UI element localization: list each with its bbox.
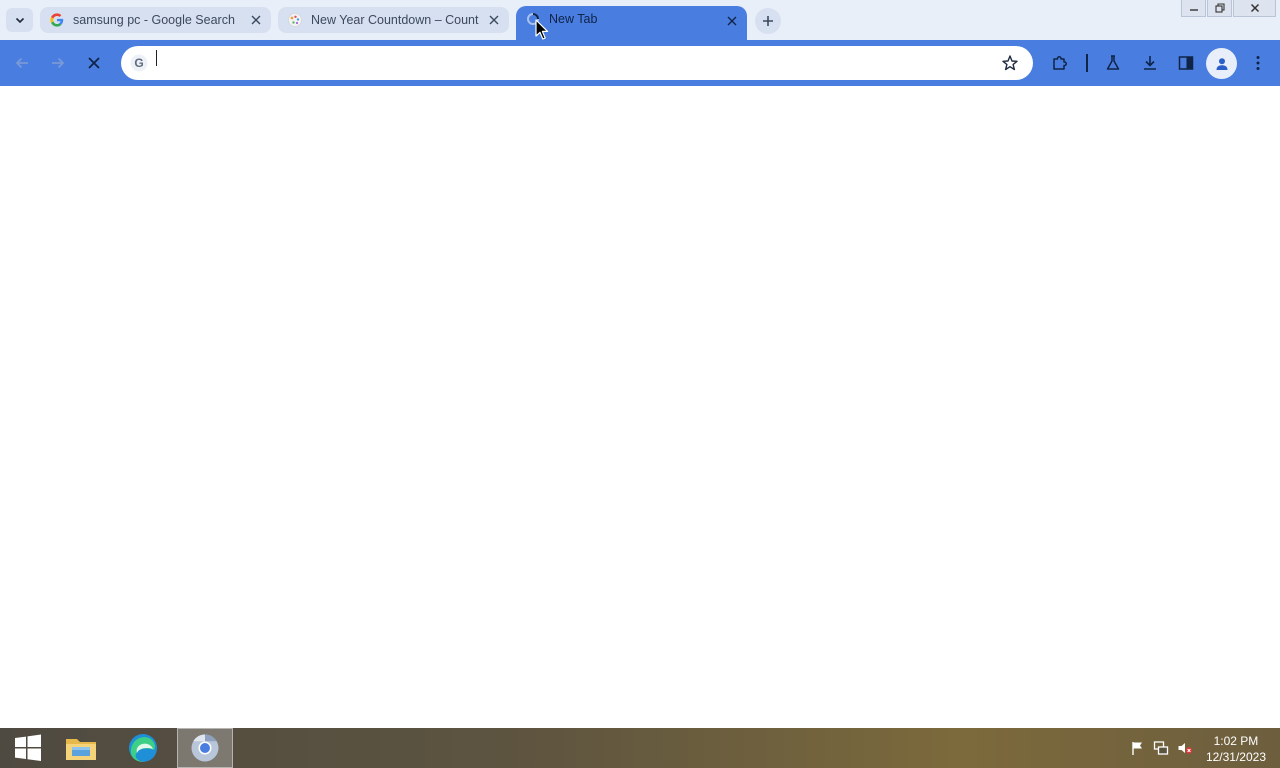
taskbar: 1:02 PM 12/31/2023	[0, 728, 1280, 768]
more-vertical-icon	[1256, 56, 1260, 70]
close-icon[interactable]	[485, 11, 503, 29]
page-content	[0, 86, 1280, 728]
download-icon	[1144, 56, 1156, 70]
volume-muted-icon[interactable]	[1177, 740, 1193, 756]
downloads-button[interactable]	[1138, 51, 1162, 75]
google-g-icon: G	[130, 54, 148, 72]
close-icon[interactable]	[247, 11, 265, 29]
restore-icon	[1214, 3, 1225, 13]
labs-button[interactable]	[1101, 51, 1125, 75]
action-center-flag-icon[interactable]	[1130, 740, 1146, 756]
stop-loading-button[interactable]	[82, 51, 106, 75]
person-icon	[1216, 57, 1227, 70]
svg-text:G: G	[134, 56, 143, 70]
clock-date: 12/31/2023	[1205, 750, 1266, 764]
tab-title: samsung pc - Google Search	[73, 13, 235, 27]
tab-strip: samsung pc - Google Search New Year Coun…	[0, 0, 1280, 46]
chevron-down-icon	[15, 17, 24, 24]
extensions-button[interactable]	[1048, 51, 1072, 75]
bookmark-star-icon[interactable]	[1001, 54, 1019, 72]
plus-icon	[763, 16, 773, 26]
flask-icon	[1106, 55, 1120, 70]
google-g-icon	[50, 13, 64, 27]
system-tray: 1:02 PM 12/31/2023	[1120, 728, 1280, 768]
windows-logo-icon	[15, 734, 41, 761]
arrow-left-icon	[15, 57, 28, 69]
side-panel-icon	[1178, 56, 1194, 70]
taskbar-chrome[interactable]	[177, 728, 233, 768]
taskbar-clock[interactable]: 1:02 PM 12/31/2023	[1206, 733, 1266, 765]
toolbar-separator	[1086, 54, 1088, 72]
back-button[interactable]	[10, 51, 34, 75]
taskbar-file-explorer[interactable]	[53, 728, 109, 768]
edge-browser-icon	[129, 734, 157, 762]
address-bar[interactable]: G	[121, 46, 1033, 80]
start-button[interactable]	[0, 728, 56, 768]
minimize-icon	[1189, 9, 1198, 11]
tab-google-search[interactable]: samsung pc - Google Search	[40, 7, 271, 33]
puzzle-icon	[1053, 56, 1067, 70]
close-icon	[1250, 3, 1259, 13]
close-window-button[interactable]	[1233, 0, 1276, 17]
tab-title: New Tab	[549, 12, 598, 26]
close-icon[interactable]	[723, 12, 741, 30]
minimize-button[interactable]	[1181, 0, 1206, 17]
countdown-favicon-icon	[288, 13, 302, 27]
tab-title: New Year Countdown – Countdown	[311, 13, 479, 27]
window-controls	[1180, 0, 1276, 20]
side-panel-button[interactable]	[1174, 51, 1198, 75]
menu-button[interactable]	[1246, 51, 1270, 75]
clock-time: 1:02 PM	[1213, 734, 1259, 748]
browser-toolbar: G	[0, 40, 1280, 86]
restore-button[interactable]	[1207, 0, 1232, 17]
text-caret	[156, 50, 157, 66]
folder-icon	[66, 739, 96, 760]
forward-button[interactable]	[46, 51, 70, 75]
profile-avatar-button[interactable]	[1206, 48, 1237, 79]
mouse-pointer-icon	[535, 19, 549, 40]
address-input[interactable]	[155, 52, 975, 74]
close-icon	[88, 57, 100, 69]
tab-new-year-countdown[interactable]: New Year Countdown – Countdown	[278, 7, 509, 33]
network-icon[interactable]	[1153, 740, 1169, 756]
new-tab-button[interactable]	[755, 8, 781, 34]
chrome-browser-icon	[191, 734, 219, 762]
taskbar-edge[interactable]	[115, 728, 171, 768]
tab-search-button[interactable]	[6, 8, 33, 32]
arrow-right-icon	[52, 57, 65, 69]
